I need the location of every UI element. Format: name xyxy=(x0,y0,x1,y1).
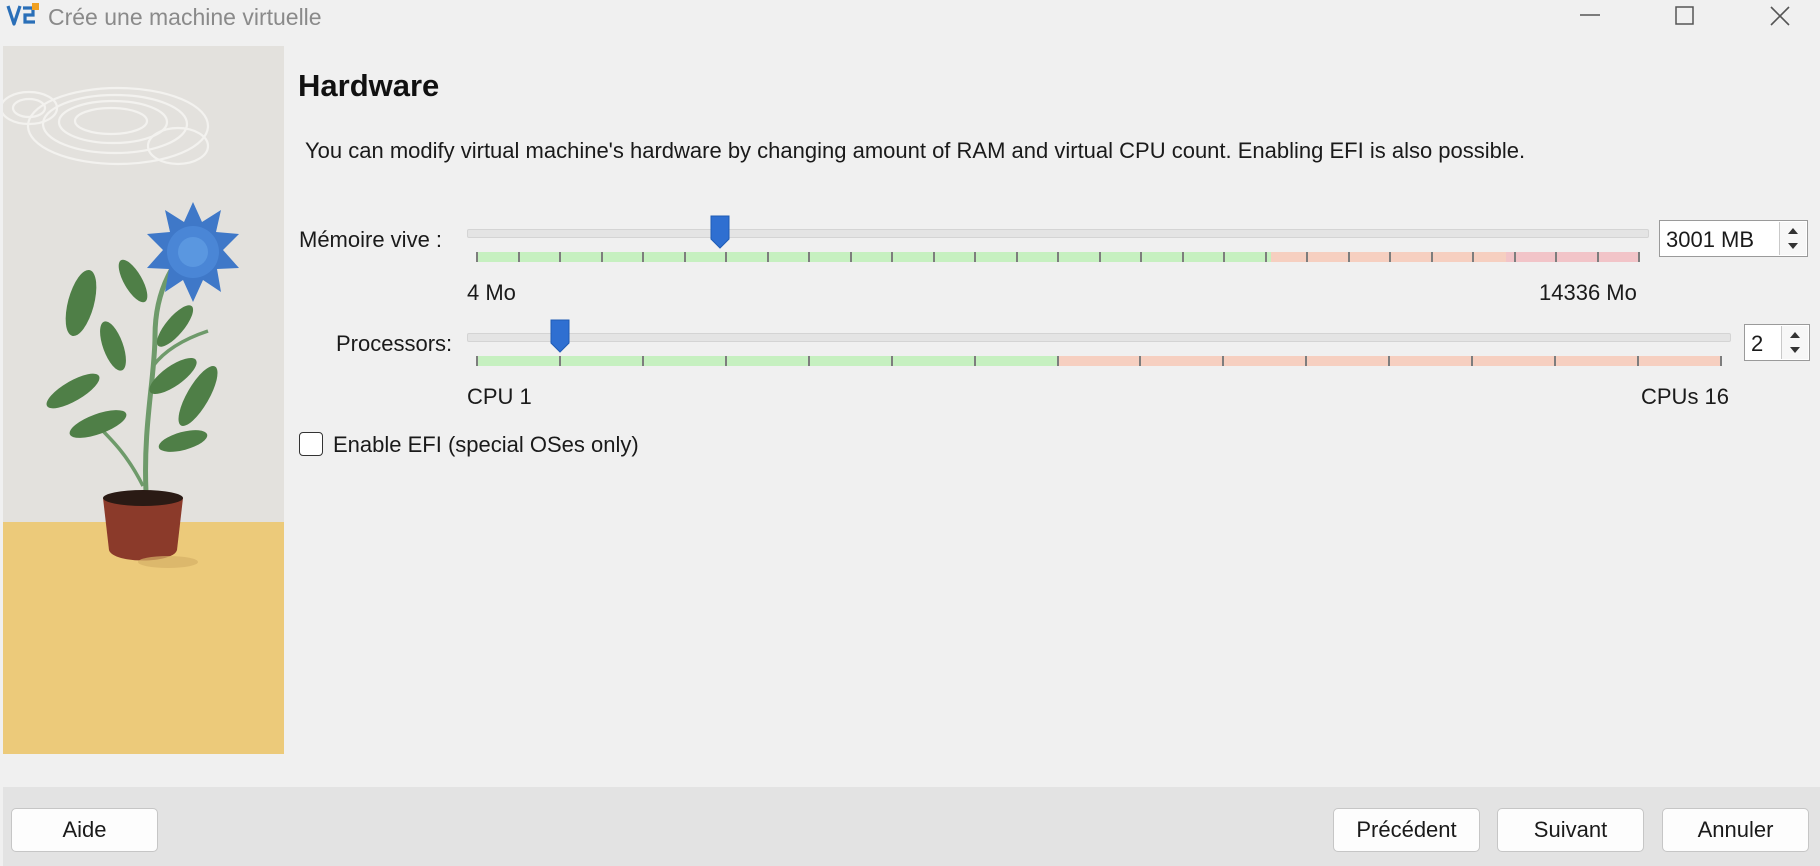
processors-spinbox-arrows[interactable] xyxy=(1781,326,1808,359)
slider-tick xyxy=(1430,252,1433,262)
slider-tick xyxy=(1306,252,1308,262)
processors-max-label: CPUs 16 xyxy=(1641,384,1730,409)
slider-tick xyxy=(1513,252,1516,262)
slider-range-band xyxy=(477,356,1058,366)
slider-tick xyxy=(808,252,810,262)
efi-checkbox-label[interactable]: Enable EFI (special OSes only) xyxy=(333,432,639,458)
maximize-button[interactable] xyxy=(1654,0,1714,33)
slider-range-band xyxy=(1506,252,1639,262)
memory-min-label: 4 Mo xyxy=(467,280,516,305)
slider-tick xyxy=(807,356,810,366)
slider-tick xyxy=(890,356,893,366)
processors-slider-handle[interactable] xyxy=(550,319,570,353)
slider-tick xyxy=(1638,252,1640,262)
help-button[interactable]: Aide xyxy=(11,808,158,852)
memory-spinbox-value: 3001 MB xyxy=(1666,227,1755,252)
processors-slider[interactable] xyxy=(467,319,1731,371)
slider-tick xyxy=(559,252,561,262)
slider-tick xyxy=(683,252,686,262)
slider-range-band xyxy=(477,252,1272,262)
slider-tick xyxy=(642,252,644,262)
slider-tick xyxy=(974,252,976,262)
slider-tick xyxy=(1139,356,1142,366)
processors-spinbox[interactable]: 2 xyxy=(1744,324,1810,361)
wizard-side-illustration xyxy=(3,46,284,754)
slider-tick xyxy=(1637,356,1640,366)
memory-spinbox-arrows[interactable] xyxy=(1779,222,1806,255)
slider-tick xyxy=(1347,252,1350,262)
memory-label: Mémoire vive : xyxy=(299,227,443,252)
spin-up-down-icon xyxy=(1788,228,1798,249)
slider-tick xyxy=(1057,252,1059,262)
close-button[interactable] xyxy=(1750,0,1810,33)
next-button[interactable]: Suivant xyxy=(1497,808,1644,852)
memory-slider-groove xyxy=(467,229,1649,238)
processors-slider-scale xyxy=(476,356,1722,366)
slider-tick xyxy=(558,356,561,366)
virtualbox-app-icon xyxy=(6,3,39,26)
slider-tick xyxy=(973,356,976,366)
slider-tick xyxy=(1098,252,1101,262)
slider-tick xyxy=(641,356,644,366)
window-title: Crée une machine virtuelle xyxy=(48,4,322,30)
back-button[interactable]: Précédent xyxy=(1333,808,1480,852)
slider-tick xyxy=(600,252,603,262)
memory-max-label: 14336 Mo xyxy=(1539,280,1637,305)
slider-tick xyxy=(1223,252,1225,262)
efi-checkbox[interactable] xyxy=(299,432,323,456)
slider-tick xyxy=(1015,252,1018,262)
slider-tick xyxy=(724,356,727,366)
spin-up-down-icon xyxy=(1790,332,1800,353)
processors-min-label: CPU 1 xyxy=(467,384,532,409)
minimize-button[interactable] xyxy=(1560,0,1620,33)
slider-tick xyxy=(476,356,478,366)
processors-label: Processors: xyxy=(336,331,453,356)
slider-tick xyxy=(1264,252,1267,262)
memory-slider[interactable] xyxy=(467,215,1649,267)
memory-spinbox[interactable]: 3001 MB xyxy=(1659,220,1808,257)
slider-tick xyxy=(1389,252,1391,262)
slider-tick xyxy=(1472,252,1474,262)
slider-tick xyxy=(1056,356,1059,366)
slider-tick xyxy=(1305,356,1308,366)
slider-tick xyxy=(725,252,727,262)
slider-tick xyxy=(517,252,520,262)
slider-tick xyxy=(849,252,852,262)
slider-tick xyxy=(1596,252,1599,262)
maximize-icon xyxy=(1675,6,1694,25)
slider-tick xyxy=(1140,252,1142,262)
slider-tick xyxy=(1388,356,1391,366)
page-title: Hardware xyxy=(298,68,440,103)
slider-tick xyxy=(891,252,893,262)
title-bar: Crée une machine virtuelle xyxy=(0,0,1820,33)
slider-tick xyxy=(1720,356,1722,366)
processors-spinbox-value: 2 xyxy=(1751,331,1764,356)
minimize-icon xyxy=(1580,14,1600,16)
slider-tick xyxy=(1471,356,1474,366)
page-description: You can modify virtual machine's hardwar… xyxy=(305,138,1526,163)
slider-tick xyxy=(1181,252,1184,262)
slider-tick xyxy=(1554,356,1557,366)
slider-tick xyxy=(932,252,935,262)
slider-tick xyxy=(1555,252,1557,262)
memory-slider-scale xyxy=(476,252,1640,262)
dialog-window: Crée une machine virtuelle Hardware You … xyxy=(0,0,1820,866)
slider-tick xyxy=(1222,356,1225,366)
cancel-button[interactable]: Annuler xyxy=(1662,808,1809,852)
slider-tick xyxy=(766,252,769,262)
processors-slider-groove xyxy=(467,333,1731,342)
memory-slider-handle[interactable] xyxy=(710,215,730,249)
slider-tick xyxy=(476,252,478,262)
close-icon xyxy=(1770,6,1790,26)
